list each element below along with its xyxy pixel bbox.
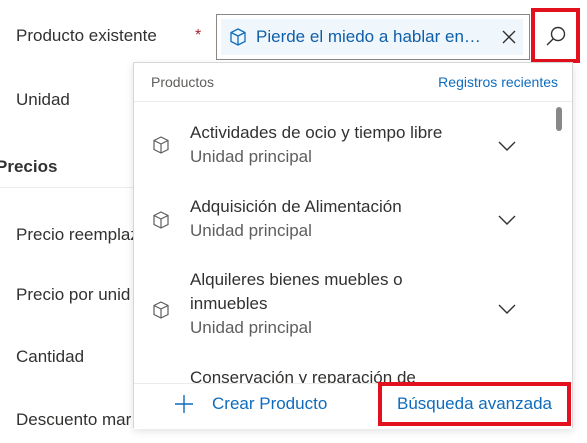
close-icon	[502, 30, 516, 44]
descuento-label: Descuento mar	[16, 410, 132, 429]
chevron-down-icon[interactable]	[496, 209, 518, 231]
precios-section-title: Precios	[0, 157, 58, 176]
scrollbar-thumb[interactable]	[556, 107, 562, 131]
dropdown-footer: Crear Producto Búsqueda avanzada	[134, 382, 572, 429]
item-title: Actividades de ocio y tiempo libre	[190, 123, 443, 142]
advanced-search-label: Búsqueda avanzada	[396, 394, 553, 413]
results-list[interactable]: Actividades de ocio y tiempo libre Unida…	[134, 102, 572, 385]
productos-heading: Productos	[151, 74, 215, 90]
product-cube-icon	[153, 136, 169, 154]
precio-reemplazo-label: Precio reemplaz	[16, 225, 139, 244]
search-button[interactable]	[531, 8, 580, 63]
create-product-button[interactable]: Crear Producto	[174, 394, 327, 414]
selected-product-text[interactable]: Pierde el miedo a hablar en…	[256, 27, 488, 47]
advanced-search-button[interactable]: Búsqueda avanzada	[378, 382, 571, 426]
list-item[interactable]: Actividades de ocio y tiempo libre Unida…	[134, 102, 554, 174]
search-icon	[546, 26, 565, 45]
producto-lookup-field[interactable]: Pierde el miedo a hablar en…	[216, 14, 530, 60]
precio-por-unidad-label: Precio por unid	[16, 285, 131, 304]
list-item[interactable]: Conservación y reparación de	[134, 348, 554, 385]
list-item[interactable]: Adquisición de Alimentación Unidad princ…	[134, 174, 554, 248]
required-indicator: *	[195, 27, 202, 44]
lookup-results-dropdown: Productos Registros recientes Actividade…	[133, 62, 573, 429]
registros-recientes-link[interactable]: Registros recientes	[438, 74, 558, 90]
clear-selection-button[interactable]	[497, 25, 521, 49]
selected-product-chip[interactable]: Pierde el miedo a hablar en…	[221, 19, 523, 55]
plus-icon	[175, 395, 193, 413]
item-title: Adquisición de Alimentación	[190, 197, 402, 216]
product-cube-icon	[153, 211, 169, 229]
list-item[interactable]: Alquileres bienes muebles o inmuebles Un…	[134, 248, 554, 348]
item-title: Alquileres bienes muebles o inmuebles	[190, 270, 403, 313]
create-product-label: Crear Producto	[212, 394, 328, 413]
item-subtitle: Unidad principal	[190, 221, 312, 240]
item-subtitle: Unidad principal	[190, 318, 312, 337]
product-cube-icon	[230, 28, 246, 46]
dropdown-header: Productos Registros recientes	[134, 63, 572, 102]
cantidad-label: Cantidad	[16, 347, 85, 366]
section-divider	[0, 187, 134, 188]
chevron-down-icon[interactable]	[496, 135, 518, 157]
producto-existente-label: Producto existente	[16, 26, 157, 45]
chevron-down-icon[interactable]	[496, 298, 518, 320]
item-subtitle: Unidad principal	[190, 147, 312, 166]
product-cube-icon	[153, 301, 169, 319]
unidad-label: Unidad	[16, 90, 70, 109]
